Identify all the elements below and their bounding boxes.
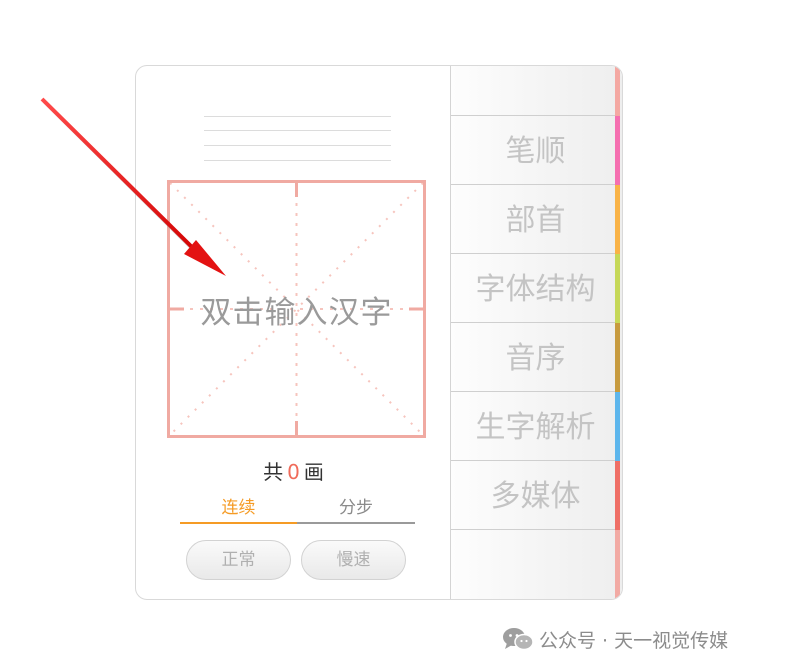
wechat-icon: [503, 628, 534, 651]
watermark-text: 公众号 · 天一视觉传媒: [539, 629, 729, 652]
watermark: 公众号 · 天一视觉传媒: [502, 625, 728, 653]
red-arrow-icon: [40, 97, 226, 276]
